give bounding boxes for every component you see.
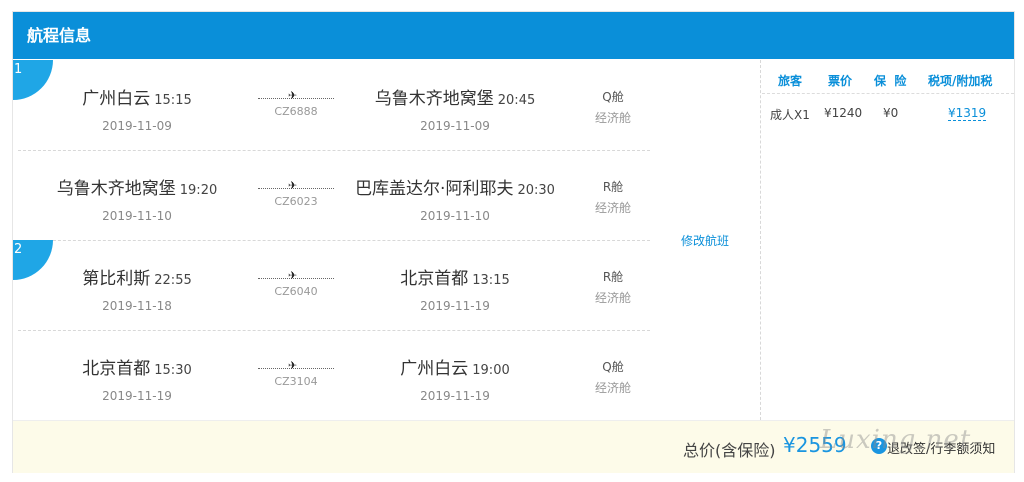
panel-header: 航程信息 (13, 12, 1014, 59)
departure-time: 15:30 (154, 363, 192, 378)
departure-time: 19:20 (179, 183, 218, 198)
departure-date: 2019-11-09 (102, 119, 172, 133)
header-passenger: 旅客 (778, 74, 803, 88)
arrival-city: 巴库盖达尔·阿利耶夫 (355, 179, 514, 199)
flight-number: CZ6888 (274, 105, 318, 118)
arrival-city: 广州白云 (400, 359, 469, 379)
total-bar: 总价(含保险) ¥2559 ? 退改签/行李额须知 (13, 420, 1014, 473)
departure-time: 15:15 (154, 93, 192, 108)
flight-connector: ✈ CZ3104 (258, 358, 334, 388)
cabin-class: 经济舱 (594, 291, 631, 305)
header-fare: 票价 (828, 74, 853, 88)
cabin-class: 经济舱 (594, 201, 631, 215)
fare-cell: ¥1240 (824, 106, 863, 120)
cabin-code: R舱 (602, 180, 624, 194)
cabin-info: R舱 经济舱 (578, 178, 648, 216)
airplane-icon: ✈ (288, 359, 298, 372)
arrival-city: 乌鲁木齐地窝堡 (374, 89, 494, 109)
departure: 第比利斯 22:55 2019-11-18 (17, 264, 257, 313)
tax-link[interactable]: ¥1319 (948, 106, 987, 121)
departure: 北京首都 15:30 2019-11-19 (17, 354, 257, 403)
arrival-date: 2019-11-10 (420, 209, 490, 223)
header-tax: 税项/附加税 (928, 74, 993, 88)
arrival-time: 20:45 (497, 93, 536, 108)
cabin-code: Q舱 (602, 360, 624, 374)
arrival-time: 19:00 (472, 363, 510, 378)
departure: 广州白云 15:15 2019-11-09 (17, 84, 257, 133)
arrival-date: 2019-11-19 (420, 299, 490, 313)
departure-city: 乌鲁木齐地窝堡 (56, 179, 176, 199)
flight-number: CZ6040 (274, 285, 318, 298)
modify-flight-link[interactable]: 修改航班 (681, 232, 729, 249)
departure-date: 2019-11-19 (102, 389, 172, 403)
arrival: 广州白云 19:00 2019-11-19 (335, 354, 575, 403)
column-divider (760, 60, 761, 420)
cabin-class: 经济舱 (594, 111, 631, 125)
arrival: 巴库盖达尔·阿利耶夫 20:30 2019-11-10 (335, 174, 575, 223)
flight-info-panel: 航程信息 1 广州白云 15:15 2019-11-09 ✈ CZ6888 乌鲁木… (12, 11, 1015, 473)
departure-city: 第比利斯 (82, 269, 151, 289)
departure-city: 广州白云 (82, 89, 151, 109)
flight-connector: ✈ CZ6040 (258, 268, 334, 298)
departure-date: 2019-11-18 (102, 299, 172, 313)
arrival-time: 13:15 (472, 273, 510, 288)
flight-row: 1 广州白云 15:15 2019-11-09 ✈ CZ6888 乌鲁木齐地窝堡 2… (13, 60, 760, 150)
flight-connector: ✈ CZ6023 (258, 178, 334, 208)
passenger-cell: 成人X1 (770, 108, 810, 122)
total-price: ¥2559 (783, 433, 847, 457)
insurance-cell: ¥0 (883, 106, 899, 120)
arrival: 北京首都 13:15 2019-11-19 (335, 264, 575, 313)
airplane-icon: ✈ (288, 89, 298, 102)
flight-number: CZ3104 (274, 375, 318, 388)
departure: 乌鲁木齐地窝堡 19:20 2019-11-10 (17, 174, 257, 223)
arrival: 乌鲁木齐地窝堡 20:45 2019-11-09 (335, 84, 575, 133)
cabin-code: Q舱 (602, 90, 624, 104)
cabin-info: R舱 经济舱 (578, 268, 648, 306)
arrival-date: 2019-11-19 (420, 389, 490, 403)
total-label: 总价(含保险) (683, 441, 776, 460)
arrival-date: 2019-11-09 (420, 119, 490, 133)
cabin-code: R舱 (602, 270, 624, 284)
arrival-city: 北京首都 (400, 269, 469, 289)
flight-row: 北京首都 15:30 2019-11-19 ✈ CZ3104 广州白云 19:00 … (13, 330, 760, 420)
departure-city: 北京首都 (82, 359, 151, 379)
refund-baggage-rules-link[interactable]: 退改签/行李额须知 (887, 438, 995, 457)
arrival-time: 20:30 (517, 183, 555, 198)
flight-connector: ✈ CZ6888 (258, 88, 334, 118)
question-circle-icon[interactable]: ? (871, 438, 887, 454)
header-insurance: 保 险 (874, 74, 907, 88)
flight-row: 乌鲁木齐地窝堡 19:20 2019-11-10 ✈ CZ6023 巴库盖达尔·阿… (13, 150, 760, 240)
departure-time: 22:55 (154, 273, 192, 288)
cabin-info: Q舱 经济舱 (578, 88, 648, 126)
cabin-info: Q舱 经济舱 (578, 358, 648, 396)
airplane-icon: ✈ (288, 269, 298, 282)
flight-number: CZ6023 (274, 195, 318, 208)
cabin-class: 经济舱 (594, 381, 631, 395)
header-divider (762, 93, 1014, 94)
departure-date: 2019-11-10 (102, 209, 172, 223)
airplane-icon: ✈ (288, 179, 298, 192)
flight-list: 1 广州白云 15:15 2019-11-09 ✈ CZ6888 乌鲁木齐地窝堡 2… (13, 60, 760, 420)
flight-row: 2 第比利斯 22:55 2019-11-18 ✈ CZ6040 北京首都 13:1… (13, 240, 760, 330)
